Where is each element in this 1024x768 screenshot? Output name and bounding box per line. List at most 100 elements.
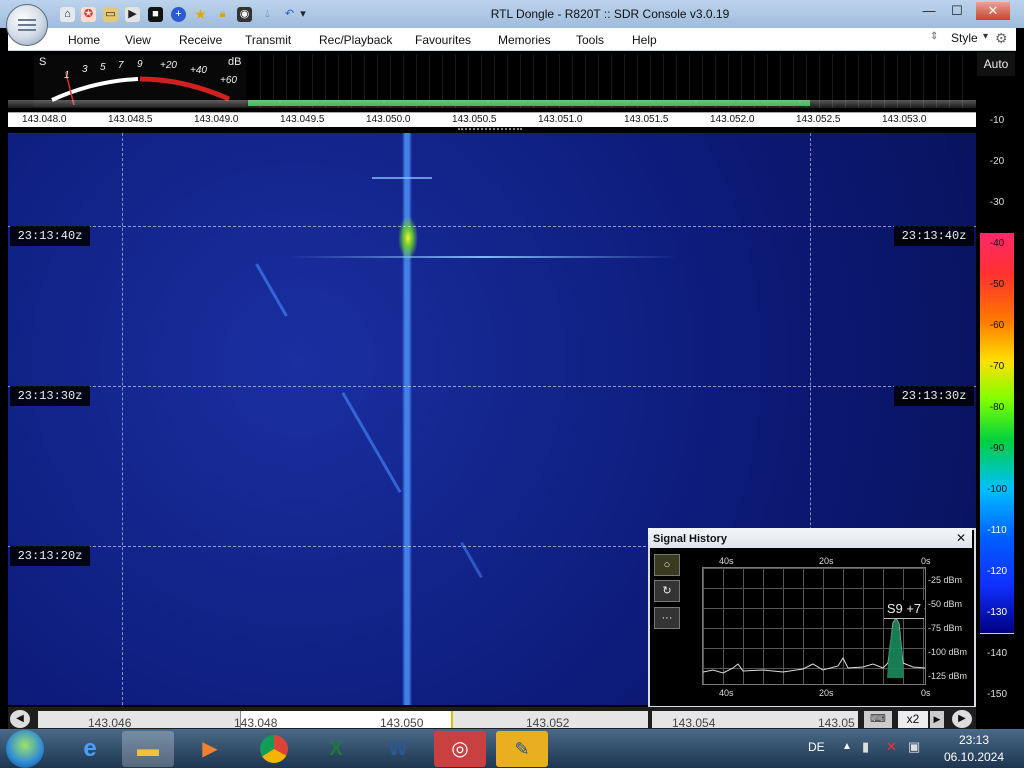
menu-favourites[interactable]: Favourites <box>415 33 471 47</box>
play-icon[interactable]: ▶ <box>125 7 140 22</box>
app-menu-button[interactable] <box>6 4 48 46</box>
menu-memories[interactable]: Memories <box>498 33 551 47</box>
lifebuoy-icon[interactable]: ✪ <box>81 7 96 22</box>
media-player-icon[interactable]: ▶ <box>184 731 236 767</box>
level-tick: -50 <box>989 279 1005 290</box>
history-x-tick-bottom: 20s <box>819 688 834 698</box>
s-meter-tick: +40 <box>190 65 207 76</box>
system-clock[interactable]: 23:13 06.10.2024 <box>932 733 1016 764</box>
time-gridline <box>8 226 976 227</box>
frequency-tick: 143.052.5 <box>796 114 841 125</box>
time-label-right: 23:13:30z <box>894 386 974 406</box>
time-label-left: 23:13:20z <box>10 546 90 566</box>
drop-icon[interactable]: 💧︎ <box>260 7 275 22</box>
network-warning-icon[interactable]: ✕ <box>886 739 897 755</box>
level-tick: -110 <box>987 525 1007 536</box>
time-label-right: 23:13:40z <box>894 226 974 246</box>
level-tick: -40 <box>989 238 1005 249</box>
signal-history-close-button[interactable]: ✕ <box>956 531 966 545</box>
plus-icon[interactable]: + <box>171 7 186 22</box>
maximize-button[interactable]: ☐ <box>944 2 970 20</box>
undo-icon[interactable]: ↶ <box>282 7 297 22</box>
gear-icon[interactable]: ⚙ <box>995 30 1008 47</box>
level-tick: -60 <box>989 320 1005 331</box>
clock-date: 06.10.2024 <box>943 750 1005 764</box>
record-history-button[interactable]: ○ <box>654 554 680 576</box>
home-icon[interactable]: ⌂ <box>60 7 75 22</box>
minimize-button[interactable]: — <box>916 2 942 20</box>
notes-icon[interactable]: ✎ <box>496 731 548 767</box>
s-meter-tick: 7 <box>118 60 124 71</box>
folder-icon[interactable]: ▭ <box>103 7 118 22</box>
scroll-left-button[interactable]: ◀ <box>10 710 30 728</box>
history-y-tick: -100 dBm <box>928 647 968 657</box>
menu-tools[interactable]: Tools <box>576 33 604 47</box>
style-dropdown-icon[interactable]: ▾ <box>983 31 988 42</box>
frequency-tick: 143.048.5 <box>108 114 153 125</box>
reset-history-button[interactable]: ↻ <box>654 580 680 602</box>
history-options-button[interactable]: ··· <box>654 607 680 629</box>
signal-trace <box>372 177 432 179</box>
time-label-left: 23:13:40z <box>10 226 90 246</box>
time-label-left: 23:13:30z <box>10 386 90 406</box>
level-tick: -80 <box>989 402 1005 413</box>
star-icon[interactable]: ★ <box>193 7 208 22</box>
start-button[interactable] <box>6 730 44 768</box>
menu-rec-playback[interactable]: Rec/Playback <box>319 33 392 47</box>
frequency-tick: 143.049.5 <box>280 114 325 125</box>
keyboard-icon[interactable]: ⌨ <box>864 711 892 728</box>
safely-remove-icon[interactable]: ▮ <box>862 739 869 755</box>
stop-icon[interactable]: ■ <box>148 7 163 22</box>
zoom-button[interactable]: x2 <box>898 711 928 728</box>
s-meter-tick: 9 <box>137 59 143 70</box>
s-meter-tick: 3 <box>82 64 88 75</box>
show-hidden-icons[interactable]: ▲ <box>842 741 852 752</box>
menu-home[interactable]: Home <box>68 33 100 47</box>
menu-receive[interactable]: Receive <box>179 33 222 47</box>
s-meter-db-label: dB <box>228 56 242 68</box>
sdr-console-icon[interactable]: ◎ <box>434 731 486 767</box>
close-button[interactable]: ✕ <box>976 2 1010 20</box>
history-x-tick-top: 40s <box>719 556 734 566</box>
frequency-tick: 143.050.5 <box>452 114 497 125</box>
scroll-right-button[interactable]: ▶ <box>952 710 972 728</box>
file-explorer-icon[interactable]: ▬ <box>122 731 174 767</box>
history-x-tick-bottom: 40s <box>719 688 734 698</box>
window-title: RTL Dongle - R820T :: SDR Console v3.0.1… <box>490 7 730 21</box>
clock-time: 23:13 <box>958 733 990 747</box>
history-y-tick: -125 dBm <box>928 671 968 681</box>
menu-view[interactable]: View <box>125 33 151 47</box>
level-tick: -90 <box>989 443 1005 454</box>
menu-transmit[interactable]: Transmit <box>245 33 291 47</box>
navigator-tick: 143.052 <box>526 716 570 730</box>
history-x-tick-top: 20s <box>819 556 834 566</box>
navigator-tick: 143.048 <box>234 716 278 730</box>
level-tick: -120 <box>986 566 1007 577</box>
internet-explorer-icon[interactable]: e <box>64 731 116 767</box>
camera-icon[interactable]: ◉ <box>237 7 252 22</box>
s-meter-tick: +20 <box>160 60 177 71</box>
chrome-icon[interactable] <box>248 731 300 767</box>
frequency-gridline <box>122 133 123 705</box>
word-icon[interactable]: W <box>372 731 424 767</box>
lock-icon[interactable]: 🔒︎ <box>215 7 230 22</box>
display-icon[interactable]: ▣ <box>908 739 920 755</box>
frequency-tick: 143.051.5 <box>624 114 669 125</box>
history-x-tick-top: 0s <box>921 556 931 566</box>
signal-trace <box>288 256 678 258</box>
level-tick: -130 <box>986 607 1007 618</box>
signal-history-plot <box>702 567 926 685</box>
frequency-tick: 143.048.0 <box>22 114 67 125</box>
frequency-tick: 143.051.0 <box>538 114 583 125</box>
style-menu[interactable]: Style <box>951 31 978 45</box>
excel-icon[interactable]: X <box>310 731 362 767</box>
time-gridline <box>8 386 976 387</box>
s-meter-tick: +60 <box>220 75 237 86</box>
level-tick: -10 <box>989 115 1005 126</box>
language-indicator[interactable]: DE <box>808 740 825 754</box>
auto-level-button[interactable]: Auto <box>977 52 1015 76</box>
collapse-ribbon-icon[interactable]: ⇕ <box>930 31 938 42</box>
zoom-next-icon[interactable]: ▶ <box>930 711 944 728</box>
menu-help[interactable]: Help <box>632 33 657 47</box>
frequency-tick: 143.052.0 <box>710 114 755 125</box>
